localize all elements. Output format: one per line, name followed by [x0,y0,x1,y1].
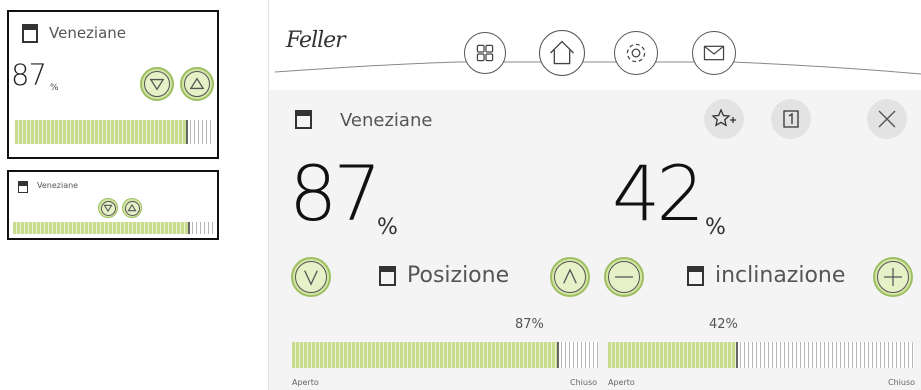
blind-control-panel: Feller Veneziane 87 % 42 % Posizione inc… [268,0,921,390]
nav-button-rooms[interactable] [464,32,506,74]
triangle-up-icon [127,203,137,212]
tilt-label: inclinazione [715,263,846,288]
favorite-button[interactable] [704,99,744,139]
mail-icon [703,45,725,61]
blind-icon [295,110,312,129]
up-button[interactable] [180,67,214,101]
position-slider[interactable] [292,342,598,368]
triangle-up-icon [189,77,205,90]
room-button[interactable] [771,99,811,139]
nav-button-home[interactable] [539,30,585,76]
position-marker [187,222,190,234]
position-fill [13,222,189,234]
tilt-bar-value: 42% [709,317,738,332]
nav-curve [274,61,921,75]
grid-icon [476,44,494,62]
widget-card-large[interactable]: Veneziane 87 % [7,10,219,159]
blind-icon [379,266,396,286]
chevron-up-icon [563,268,577,284]
nav-button-messages[interactable] [692,31,736,75]
position-open-label: Aperto [292,378,319,387]
tilt-plus-button[interactable] [873,257,913,297]
widget-card-small[interactable]: Veneziane [7,170,219,240]
position-value: 87 [289,149,382,238]
nav-button-settings[interactable] [614,31,658,75]
position-bar-value: 87% [515,317,544,332]
widget-value: 87 [11,58,47,92]
chevron-down-icon [304,270,318,286]
position-down-button[interactable] [291,257,331,297]
minus-icon [615,276,633,278]
tilt-slider-marker[interactable] [735,342,738,368]
tilt-minus-button[interactable] [604,257,644,297]
blind-icon [18,181,28,193]
position-closed-label: Chiuso [570,378,598,387]
close-button[interactable] [867,99,907,139]
position-bar[interactable] [15,120,213,144]
down-button[interactable] [98,198,118,218]
position-up-button[interactable] [550,257,590,297]
brand-logo: Feller [286,28,346,53]
tilt-slider-fill [608,342,737,368]
widget-unit: % [50,83,59,93]
tilt-open-label: Aperto [608,378,635,387]
up-button[interactable] [122,198,142,218]
position-label: Posizione [407,263,510,288]
widget-title: Veneziane [49,24,127,42]
tilt-closed-label: Chiuso [888,378,916,387]
close-icon [878,110,896,128]
door-icon [783,110,799,128]
tilt-slider[interactable] [608,342,914,368]
plus-icon [884,268,902,286]
triangle-down-icon [103,204,113,213]
position-slider-fill [292,342,559,368]
position-slider-marker[interactable] [557,342,560,368]
triangle-down-icon [149,78,165,91]
tilt-unit: % [705,215,726,240]
position-unit: % [377,215,398,240]
gear-icon [626,43,646,63]
top-bar: Feller [269,0,921,90]
widget-title: Veneziane [37,181,79,190]
position-fill [15,120,188,144]
position-bar[interactable] [13,222,215,234]
page-title: Veneziane [340,110,433,131]
home-icon [550,40,574,65]
panel-content: Veneziane 87 % 42 % Posizione inclinazio… [269,90,921,390]
position-marker [186,120,189,144]
blind-icon [687,266,704,286]
tilt-value: 42 [612,149,705,238]
blind-icon [22,24,38,43]
down-button[interactable] [140,67,174,101]
star-plus-icon [711,108,736,127]
